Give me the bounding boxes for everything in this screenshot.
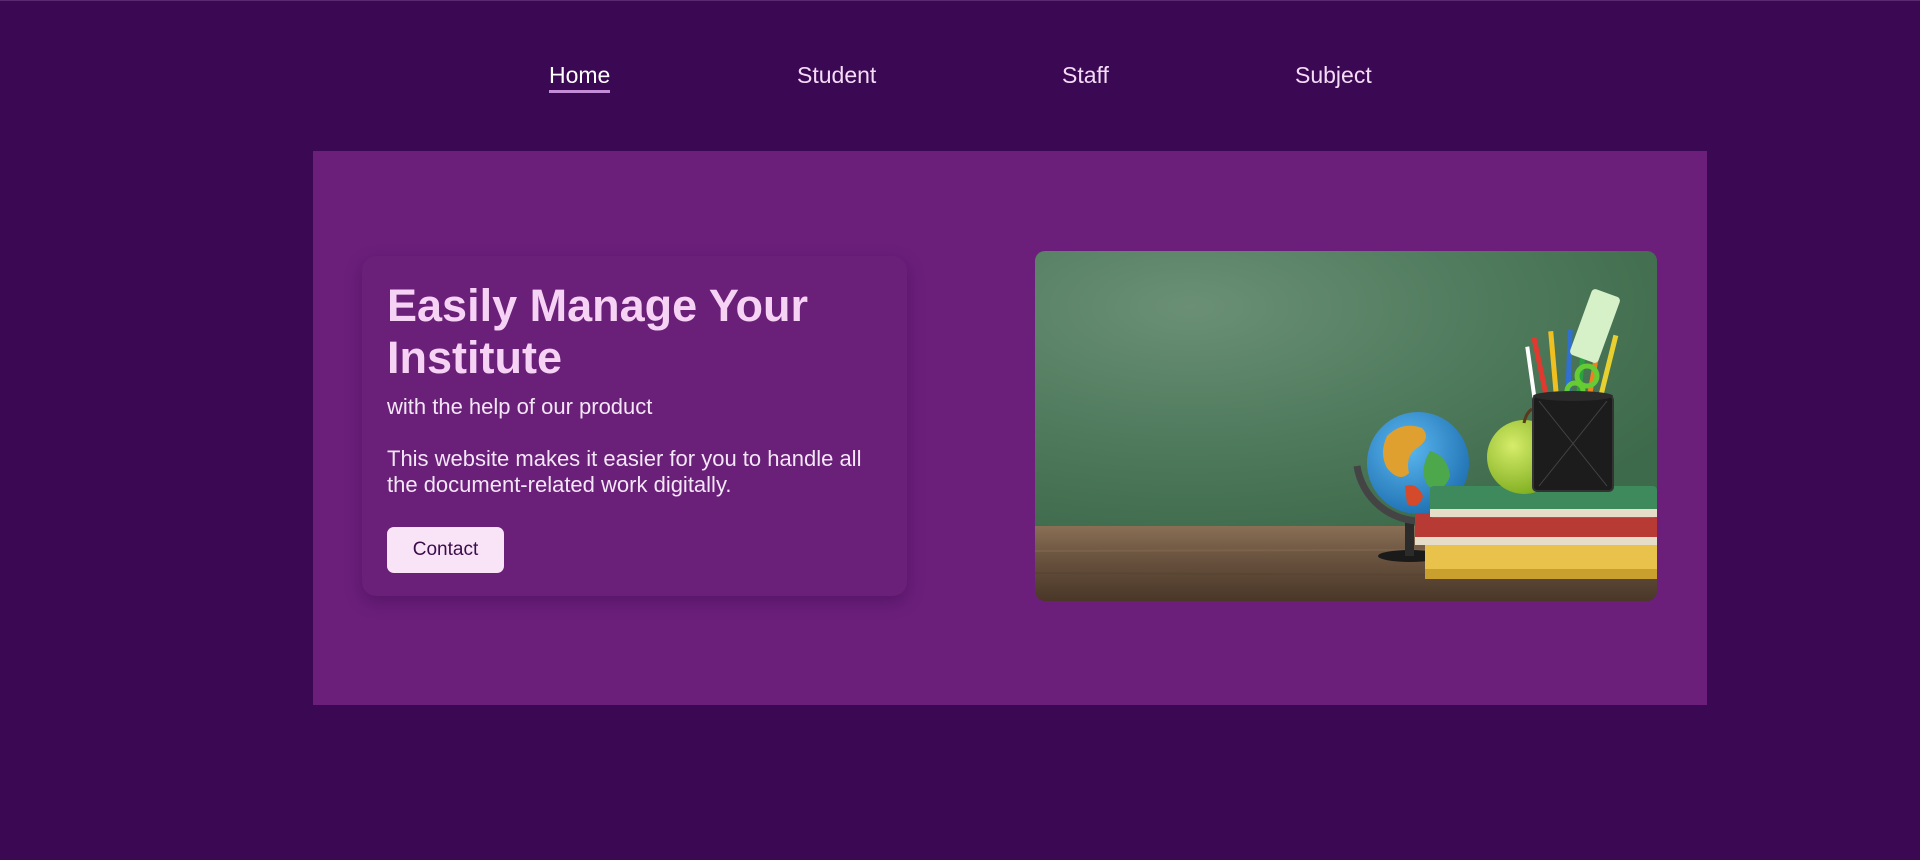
nav-link-student[interactable]: Student bbox=[797, 60, 876, 90]
hero-image bbox=[1035, 251, 1657, 601]
nav-link-staff[interactable]: Staff bbox=[1062, 60, 1109, 90]
hero-card: Easily Manage Your Institute with the he… bbox=[362, 256, 907, 596]
nav-link-subject[interactable]: Subject bbox=[1295, 60, 1372, 90]
books-graphic bbox=[1415, 486, 1657, 579]
hero-subtitle: with the help of our product bbox=[387, 394, 653, 419]
hero-section: Easily Manage Your Institute with the he… bbox=[313, 151, 1707, 705]
top-border bbox=[0, 0, 1920, 1]
contact-button[interactable]: Contact bbox=[387, 527, 504, 573]
hero-title: Easily Manage Your Institute bbox=[387, 280, 808, 383]
hero-description: This website makes it easier for you to … bbox=[387, 446, 862, 497]
nav-link-home[interactable]: Home bbox=[549, 60, 611, 93]
main-nav: Home Student Staff Subject bbox=[0, 60, 1920, 94]
